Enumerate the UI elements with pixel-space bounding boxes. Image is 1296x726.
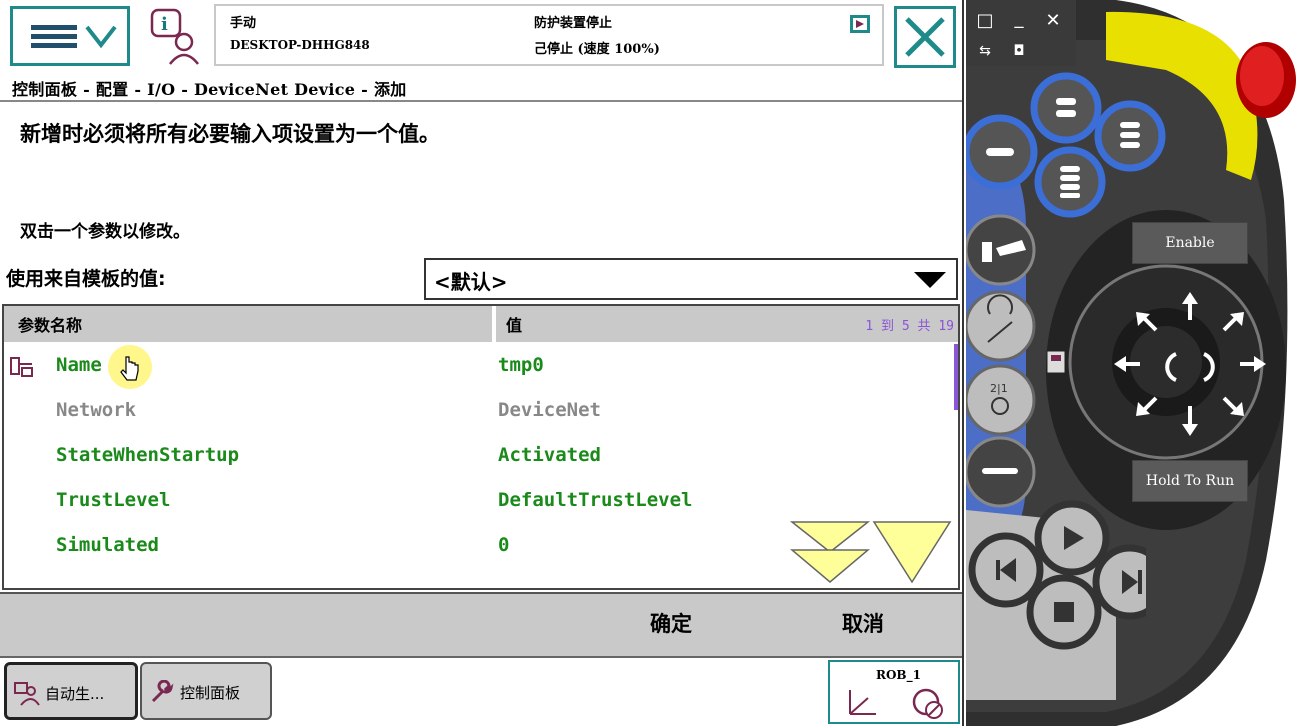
- swap-icon[interactable]: ⇆: [974, 40, 996, 62]
- row-counter: 1 到 5 共 19: [865, 319, 954, 334]
- column-separator: [492, 306, 496, 342]
- param-value: 0: [498, 534, 510, 556]
- svg-text:2|1: 2|1: [990, 382, 1008, 395]
- action-bar: 确定 取消: [0, 592, 962, 656]
- template-value: <默认>: [434, 270, 508, 294]
- scrollbar-thumb[interactable]: [954, 344, 958, 410]
- wrench-icon: [151, 680, 174, 703]
- table-header: 参数名称 值 1 到 5 共 19: [4, 306, 958, 342]
- menu-icon: [31, 25, 117, 49]
- jog-coordinate-icon: [849, 688, 943, 719]
- minimize-icon[interactable]: _: [1008, 8, 1030, 30]
- info-hint-message: 双击一个参数以修改。: [20, 222, 190, 242]
- param-name: StateWhenStartup: [56, 444, 240, 466]
- operator-info-icon[interactable]: i: [146, 6, 208, 68]
- operating-mode: 手动: [230, 16, 257, 31]
- event-flag-icon: [850, 15, 870, 33]
- abb-menu-button[interactable]: [10, 6, 130, 66]
- template-dropdown[interactable]: <默认>: [424, 258, 958, 300]
- page-down-button[interactable]: [790, 520, 870, 584]
- status-bar: 手动 DESKTOP-DHHG848 防护装置停止 己停止 (速度 100%): [214, 4, 884, 66]
- function-keys: 2|1: [966, 214, 1036, 508]
- enable-button[interactable]: Enable: [1132, 222, 1248, 264]
- info-required-message: 新增时必须将所有必要输入项设置为一个值。: [20, 122, 440, 146]
- quickset-button[interactable]: ROB_1: [828, 660, 960, 724]
- cancel-button[interactable]: 取消: [842, 608, 884, 638]
- parameter-row-icon: [10, 357, 33, 377]
- param-value: DeviceNet: [498, 399, 601, 421]
- close-button[interactable]: [894, 6, 956, 68]
- window-controls: □ _ ✕ ⇆ ◘: [966, 0, 1076, 66]
- close-icon: [905, 17, 945, 57]
- taskbar: 自动生... 控制面板 ROB_1: [0, 656, 962, 726]
- task-label: 自动生...: [45, 685, 105, 703]
- mouse-cursor-highlight: [108, 345, 152, 389]
- table-row[interactable]: StateWhenStartup Activated: [4, 434, 944, 479]
- run-controls: [968, 500, 1146, 650]
- close-window-icon[interactable]: ✕: [1042, 10, 1064, 32]
- virtual-flexpendant-device: □ _ ✕ ⇆ ◘ 2|1 Enable Hold To Run: [966, 0, 1296, 726]
- param-value: tmp0: [498, 354, 544, 376]
- param-value: Activated: [498, 444, 601, 466]
- task-auto-generate[interactable]: 自动生...: [4, 662, 138, 720]
- top-bar: i 手动 DESKTOP-DHHG848 防护装置停止 己停止 (速度 100%…: [0, 0, 962, 72]
- param-name: Simulated: [56, 534, 159, 556]
- table-row[interactable]: TrustLevel DefaultTrustLevel: [4, 479, 944, 524]
- param-name: Name: [56, 354, 102, 376]
- param-name: TrustLevel: [56, 489, 171, 511]
- usb-port-icon: [1046, 350, 1066, 374]
- run-state: 己停止 (速度 100%): [534, 42, 660, 57]
- column-header-value: 值: [506, 316, 523, 335]
- hand-cursor-icon: [120, 356, 139, 381]
- divider: [0, 100, 962, 102]
- task-label: 控制面板: [180, 684, 241, 702]
- table-row[interactable]: Network DeviceNet: [4, 389, 944, 434]
- svg-text:i: i: [161, 14, 168, 35]
- param-name: Network: [56, 399, 137, 421]
- task-control-panel[interactable]: 控制面板: [140, 662, 272, 720]
- safety-state: 防护装置停止: [534, 16, 613, 31]
- ok-button[interactable]: 确定: [650, 608, 692, 638]
- dropdown-arrow-icon: [914, 272, 946, 288]
- system-name: DESKTOP-DHHG848: [230, 38, 370, 52]
- camera-icon[interactable]: ◘: [1008, 40, 1030, 62]
- template-label: 使用来自模板的值:: [6, 268, 166, 290]
- breadcrumb: 控制面板 - 配置 - I/O - DeviceNet Device - 添加: [12, 80, 407, 99]
- restore-icon[interactable]: □: [974, 10, 996, 32]
- joystick[interactable]: [1090, 290, 1290, 490]
- scroll-down-button[interactable]: [872, 520, 952, 584]
- flexpendant-screen: i 手动 DESKTOP-DHHG848 防护装置停止 己停止 (速度 100%…: [0, 0, 964, 726]
- column-header-name: 参数名称: [18, 316, 83, 335]
- program-icon: [14, 682, 40, 706]
- param-value: DefaultTrustLevel: [498, 489, 693, 511]
